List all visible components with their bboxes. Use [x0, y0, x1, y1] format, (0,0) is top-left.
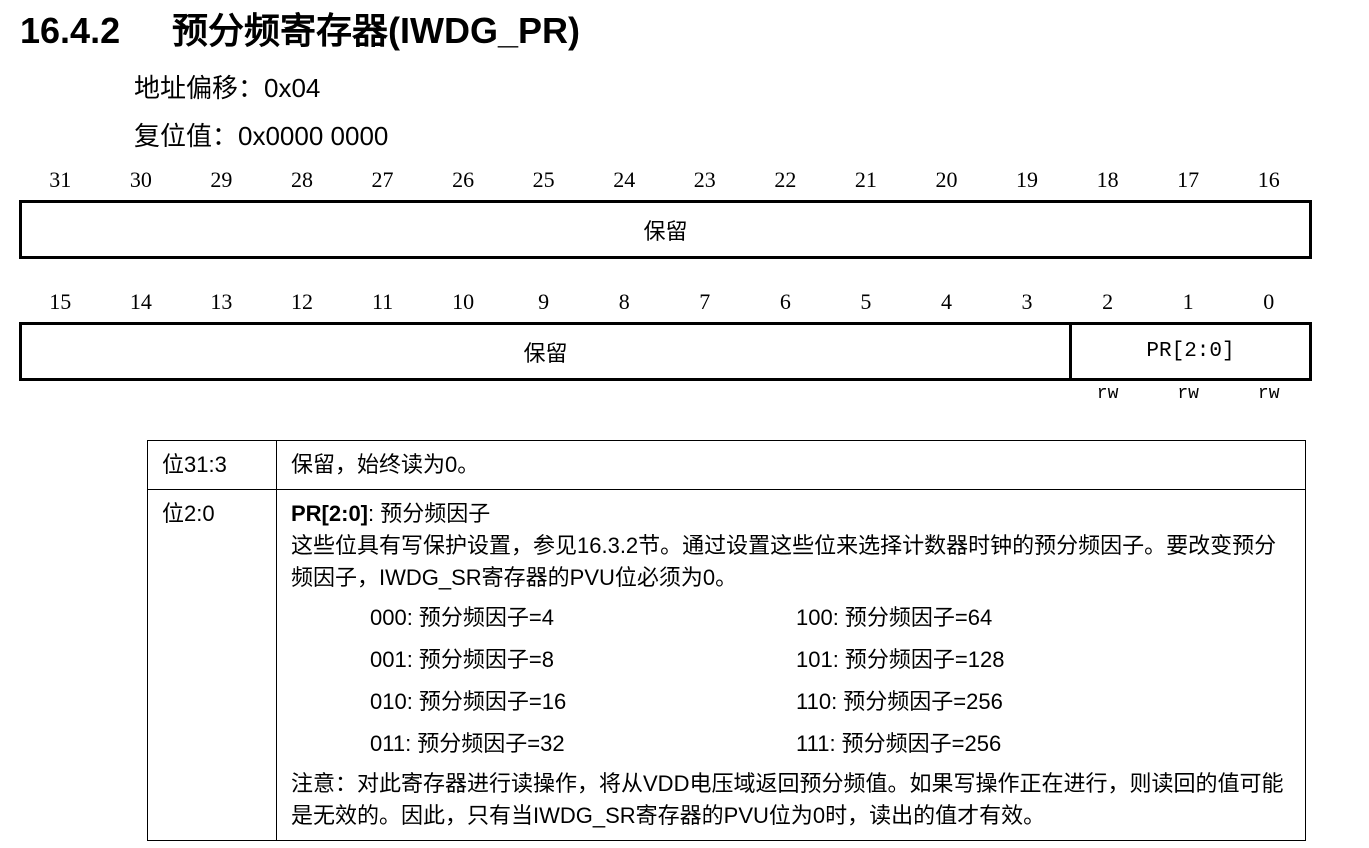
prescaler-option: 010: 预分频因子=16: [370, 689, 567, 714]
field-paragraph: 这些位具有写保护设置，参见16.3.2节。通过设置这些位来选择计数器时钟的预分频…: [291, 533, 1277, 590]
bit-number: 31: [49, 167, 72, 192]
register-low-half: 保留 PR[2:0]: [19, 322, 1312, 381]
prescaler-option: 100: 预分频因子=64: [796, 605, 993, 630]
reset-value: 复位值：0x0000 0000: [134, 121, 389, 151]
bit-number: 18: [1096, 167, 1119, 192]
bit-number: 1: [1182, 289, 1194, 314]
access-type: rw: [1177, 384, 1199, 404]
bit-number: 30: [129, 167, 152, 192]
prescaler-option: 111: 预分频因子=256: [796, 731, 1002, 756]
bit-description: PR[2:0]: 预分频因子 这些位具有写保护设置，参见16.3.2节。通过设置…: [276, 489, 1306, 841]
field-name: PR[2:0]: [291, 501, 369, 526]
access-type: rw: [1257, 384, 1280, 404]
register-high-half: 保留: [19, 200, 1312, 259]
bit-number: 25: [532, 167, 555, 192]
bit-number: 0: [1263, 289, 1275, 314]
bit-description-table: 位31:3 保留，始终读为0。 位2:0 PR[2:0]: 预分频因子 这些位具…: [147, 440, 1306, 841]
prescaler-option: 110: 预分频因子=256: [796, 689, 1003, 714]
bit-number: 19: [1016, 167, 1039, 192]
field-summary: : 预分频因子: [368, 501, 491, 526]
bit-numbers-high: 31 30 29 28 27 26 25 24 23 22 21 20 19 1…: [20, 167, 1309, 197]
bit-number: 28: [290, 167, 313, 192]
access-types: rw rw rw: [20, 384, 1309, 410]
bit-number: 23: [693, 167, 716, 192]
bit-number: 11: [371, 289, 394, 314]
field-heading: PR[2:0]: 预分频因子: [291, 498, 1291, 530]
bit-number: 15: [49, 289, 72, 314]
bit-number: 24: [613, 167, 636, 192]
note-paragraph: 注意：对此寄存器进行读操作，将从VDD电压域返回预分频值。如果写操作正在进行，则…: [291, 771, 1284, 828]
bit-number: 2: [1102, 289, 1114, 314]
access-type: rw: [1096, 384, 1119, 404]
bit-number: 27: [371, 167, 394, 192]
reserved-field-low: 保留: [523, 340, 568, 366]
prescaler-option: 000: 预分频因子=4: [370, 605, 555, 630]
bit-number: 7: [699, 289, 711, 314]
prescaler-option: 001: 预分频因子=8: [370, 647, 555, 672]
table-row: 位31:3 保留，始终读为0。: [147, 440, 1306, 490]
bit-number: 20: [935, 167, 958, 192]
bit-description: 保留，始终读为0。: [276, 440, 1306, 490]
table-row: 位2:0 PR[2:0]: 预分频因子 这些位具有写保护设置，参见16.3.2节…: [147, 489, 1306, 841]
bit-number: 6: [779, 289, 791, 314]
bit-range-label: 位2:0: [147, 489, 277, 841]
prescaler-option: 011: 预分频因子=32: [370, 731, 565, 756]
bit-number: 16: [1257, 167, 1280, 192]
section-title: 16.4.2 预分频寄存器(IWDG_PR): [20, 2, 580, 54]
reserved-field-high: 保留: [643, 218, 688, 244]
prescaler-option: 101: 预分频因子=128: [796, 647, 1005, 672]
section-number: 16.4.2: [20, 10, 121, 51]
bit-number: 17: [1177, 167, 1200, 192]
bit-range-label: 位31:3: [147, 440, 277, 490]
bit-number: 3: [1021, 289, 1033, 314]
prescaler-list: 000: 预分频因子=4 100: 预分频因子=64 001: 预分频因子=8 …: [291, 602, 1291, 760]
address-offset: 地址偏移：0x04: [134, 73, 321, 103]
bit-number: 9: [538, 289, 550, 314]
bit-number: 22: [774, 167, 797, 192]
bit-number: 29: [210, 167, 233, 192]
bit-number: 21: [854, 167, 877, 192]
section-heading: 预分频寄存器(IWDG_PR): [172, 10, 580, 51]
bit-number: 13: [210, 289, 233, 314]
bit-number: 26: [452, 167, 475, 192]
bit-number: 14: [129, 289, 152, 314]
bit-numbers-low: 15 14 13 12 11 10 9 8 7 6 5 4 3 2 1 0: [20, 289, 1309, 319]
bit-number: 8: [618, 289, 630, 314]
bit-number: 5: [860, 289, 872, 314]
bit-number: 12: [290, 289, 313, 314]
pr-field: PR[2:0]: [1069, 325, 1309, 378]
bit-number: 10: [452, 289, 475, 314]
bit-number: 4: [940, 289, 952, 314]
